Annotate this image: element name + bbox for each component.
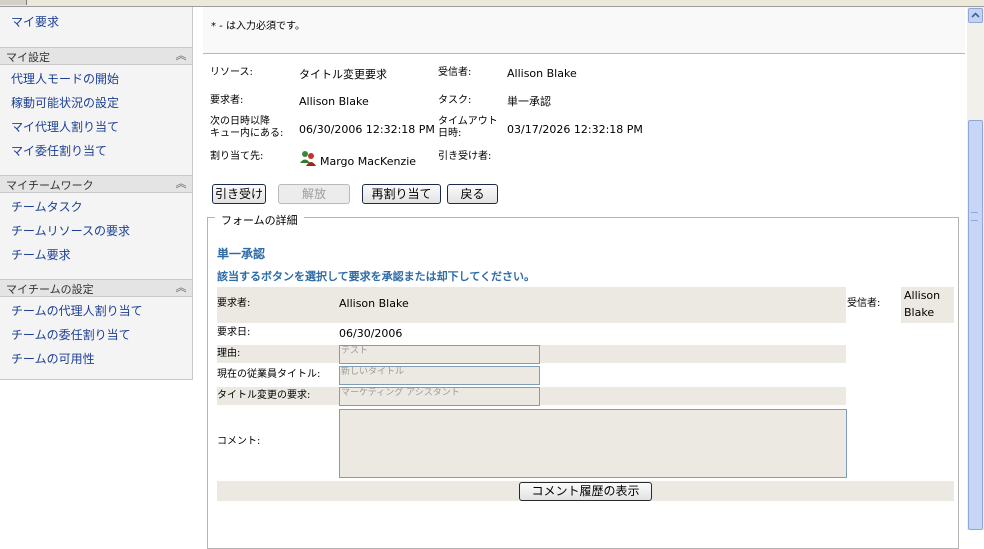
request-date-value: 06/30/2006 <box>339 327 403 340</box>
window-top-strip <box>0 0 984 7</box>
sidebar-item-team-proxy[interactable]: チームの代理人割り当て <box>11 302 143 319</box>
sidebar-item-team-tasks[interactable]: チームタスク <box>11 198 83 215</box>
form-title: 単一承認 <box>217 247 266 261</box>
requested-title-label: タイトル変更の要求: <box>217 390 311 401</box>
assigned-value[interactable]: Margo MacKenzie <box>320 155 416 168</box>
chevron-up-icon[interactable]: ︽ <box>174 48 188 63</box>
comment-history-button[interactable]: コメント履歴の表示 <box>519 482 652 501</box>
form-recipient-value-line2: Blake <box>904 306 935 319</box>
form-details-legend: フォームの詳細 <box>215 212 304 228</box>
sidebar-item-team-requests[interactable]: チーム要求 <box>11 246 71 263</box>
form-requester-value: Allison Blake <box>339 297 409 310</box>
sidebar-item-my-requests[interactable]: マイ要求 <box>11 13 59 30</box>
required-note-box: * - は入力必須です。 <box>203 7 965 54</box>
sidebar-item-delegate-assignments[interactable]: マイ委任割り当て <box>11 142 107 159</box>
requester-label: 要求者: <box>210 95 244 106</box>
timeout-label-line2: 日時: <box>438 128 462 139</box>
sidebar-item-availability[interactable]: 稼動可能状況の設定 <box>11 94 119 111</box>
sidebar-section-team-settings[interactable]: マイチームの設定 ︽ <box>0 279 192 297</box>
reason-field[interactable]: テスト <box>339 345 540 364</box>
sidebar-item-team-availability[interactable]: チームの可用性 <box>11 350 95 367</box>
chevron-up-icon[interactable]: ︽ <box>174 176 188 191</box>
current-title-field[interactable]: 新しいタイトル <box>339 366 540 385</box>
task-label: タスク: <box>438 95 472 106</box>
sidebar-section-team-work[interactable]: マイチームワーク ︽ <box>0 175 192 193</box>
recipient-label: 受信者: <box>438 67 472 78</box>
chevron-up-icon <box>971 12 980 18</box>
recipient-value: Allison Blake <box>507 67 577 80</box>
sidebar-item-team-resource-requests[interactable]: チームリソースの要求 <box>11 222 130 239</box>
scroll-up-button[interactable] <box>968 8 983 23</box>
resource-value: タイトル変更要求 <box>299 68 387 81</box>
form-requester-label: 要求者: <box>217 298 251 309</box>
requested-title-field[interactable]: マーケティング アシスタント <box>339 387 540 406</box>
queue-label-line1: 次の日時以降 <box>210 116 270 127</box>
main-content: * - は入力必須です。 リソース: タイトル変更要求 受信者: Allison… <box>193 7 967 549</box>
user-group-icon <box>299 149 317 167</box>
scroll-thumb[interactable] <box>968 120 983 530</box>
chevron-up-icon[interactable]: ︽ <box>174 280 188 295</box>
claim-button[interactable]: 引き受け <box>212 184 266 204</box>
sidebar-section-my-settings[interactable]: マイ設定 ︽ <box>0 47 192 65</box>
form-recipient-label: 受信者: <box>847 298 881 309</box>
vertical-scrollbar[interactable] <box>967 7 984 530</box>
sidebar-section-title: マイチームの設定 <box>6 283 94 296</box>
sidebar-item-start-proxy[interactable]: 代理人モードの開始 <box>11 70 119 87</box>
required-note: * - は入力必須です。 <box>211 21 305 32</box>
resource-label: リソース: <box>210 67 253 78</box>
queue-value: 06/30/2006 12:32:18 PM <box>299 123 435 136</box>
sidebar-item-team-delegate[interactable]: チームの委任割り当て <box>11 326 131 343</box>
current-title-label: 現在の従業員タイトル: <box>217 369 321 380</box>
requester-row <box>217 287 846 323</box>
request-date-label: 要求日: <box>217 327 251 338</box>
queue-label-line2: キュー内にある: <box>210 128 284 139</box>
claimed-by-label: 引き受け者: <box>438 151 492 162</box>
task-value: 単一承認 <box>507 95 551 108</box>
sidebar-section-title: マイ設定 <box>6 51 50 64</box>
comment-label: コメント: <box>217 436 261 447</box>
form-recipient-value-line1: Allison <box>904 289 941 302</box>
back-button[interactable]: 戻る <box>447 184 498 204</box>
timeout-label-line1: タイムアウト <box>438 116 498 127</box>
assigned-label: 割り当て先: <box>210 151 264 162</box>
timeout-value: 03/17/2026 12:32:18 PM <box>507 123 643 136</box>
scroll-grip-icon <box>971 212 978 221</box>
comment-textarea[interactable] <box>339 409 847 478</box>
sidebar: マイ要求 マイ設定 ︽ 代理人モードの開始 稼動可能状況の設定 マイ代理人割り当… <box>0 7 193 380</box>
form-instruction: 該当するボタンを選択して要求を承認または却下してください。 <box>217 270 536 283</box>
window-tab-stub <box>0 0 27 5</box>
reason-label: 理由: <box>217 348 241 359</box>
requester-value: Allison Blake <box>299 95 369 108</box>
release-button[interactable]: 解放 <box>278 184 350 204</box>
reassign-button[interactable]: 再割り当て <box>362 184 441 204</box>
sidebar-section-title: マイチームワーク <box>6 179 94 192</box>
sidebar-item-proxy-assignments[interactable]: マイ代理人割り当て <box>11 118 119 135</box>
